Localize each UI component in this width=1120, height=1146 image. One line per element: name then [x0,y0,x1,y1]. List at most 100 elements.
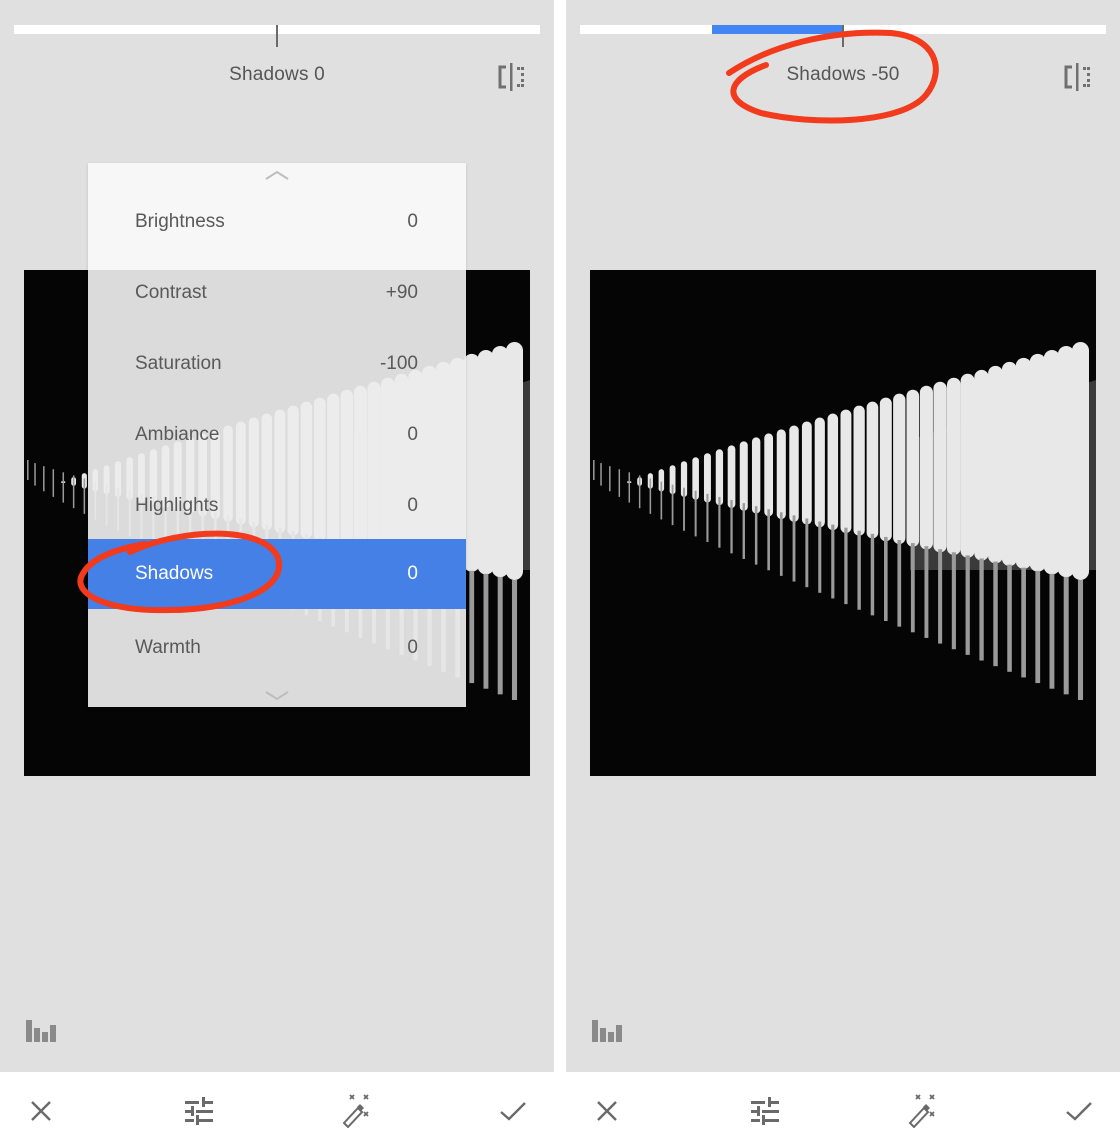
photo-pillar [789,425,799,522]
photo-colonnade [590,270,1096,776]
menu-item-warmth[interactable]: Warmth 0 [88,613,466,683]
photo-pillar [814,417,825,528]
photo-pillar-leg [993,561,998,667]
tune-button[interactable] [748,1094,782,1128]
check-icon [500,1102,526,1121]
menu-item-saturation[interactable]: Saturation -100 [88,329,466,399]
menu-item-label: Brightness [135,211,225,232]
menu-item-value: 0 [407,495,418,516]
photo-pillar [776,429,786,520]
menu-item-shadows[interactable]: Shadows 0 [88,539,466,609]
photo-pillar [960,373,975,558]
photo-pillar [879,397,892,542]
photo-pillar-leg [72,475,75,509]
close-icon [31,1101,51,1121]
chevron-down-icon[interactable] [265,689,289,701]
apply-button[interactable] [1062,1094,1096,1128]
menu-item-brightness[interactable]: Brightness 0 [88,187,466,257]
check-icon [1066,1102,1092,1121]
histogram-button[interactable] [25,1018,59,1044]
auto-enhance-button[interactable] [338,1094,372,1128]
close-icon [597,1101,617,1121]
photo-pillar-leg [660,481,663,520]
menu-item-label: Warmth [135,637,201,658]
photo-pillar-leg [857,530,861,610]
menu-item-contrast[interactable]: Contrast +90 [88,258,466,328]
menu-item-label: Highlights [135,495,219,516]
photo-pillar [866,401,879,539]
photo-pillar-leg [1049,573,1055,689]
chevron-up-icon[interactable] [265,169,289,181]
photo-pillar-leg [649,478,652,514]
photo-pillar [801,421,812,525]
menu-item-highlights[interactable]: Highlights 0 [88,471,466,541]
sliders-icon [751,1097,779,1125]
apply-button[interactable] [496,1094,530,1128]
photo-pillar [1072,342,1089,580]
photo-pillar-leg [951,552,956,650]
auto-enhance-button[interactable] [904,1094,938,1128]
histogram-icon [26,1020,56,1042]
photo-pillar-leg [671,484,674,526]
photo-pillar [715,449,724,506]
menu-item-value: 0 [407,211,418,232]
photo-pillar [739,441,748,511]
photo-pillar-leg [62,472,65,503]
photo-pillar [974,369,989,561]
photo-pillar [946,377,961,556]
magic-wand-icon [342,1094,369,1128]
photo-pillar-leg [742,503,745,559]
canvas-area: Shadows 0 Brightness 0 Contrast +90 Satu… [0,0,554,1072]
photo-pillar-leg [706,493,709,543]
cancel-button[interactable] [590,1094,624,1128]
photo-pillar [506,342,523,580]
bottom-toolbar [0,1072,554,1146]
photo-pillar-leg [683,487,685,531]
photo-pillar [764,433,774,517]
photo-pillar-leg [979,558,984,661]
photo-pillar-leg [694,490,697,537]
photo-pillar-leg [831,524,835,599]
histogram-button[interactable] [591,1018,625,1044]
photo-pillar-leg [938,549,943,644]
photo-pillar [906,389,920,547]
photo-pillar-leg [1077,580,1084,700]
photo-pillar-leg [754,506,758,565]
photo-pillar-leg [924,546,929,638]
menu-item-label: Contrast [135,282,207,303]
photo-pillar [463,353,480,572]
sliders-icon [185,1097,213,1125]
cancel-button[interactable] [24,1094,58,1128]
photo-pillar [988,365,1003,564]
photo-pillar [919,385,933,550]
panel-divider [554,0,566,1146]
photo-pillar [1029,353,1046,572]
photo-preview[interactable] [590,270,1096,776]
compare-icon [1064,63,1090,91]
photo-pillar [893,393,906,544]
menu-item-value: +90 [385,282,418,303]
photo-pillar-leg [83,478,86,514]
photo-pillar-leg [897,540,902,627]
photo-pillar [840,409,852,533]
compare-button[interactable] [496,62,528,92]
photo-pillar-leg [469,570,475,684]
photo-pillar-leg [910,543,915,633]
photo-pillar-leg [497,576,503,695]
slider-center-tick [842,25,844,47]
tune-button[interactable] [182,1094,216,1128]
photo-pillar [933,381,947,553]
menu-item-ambiance[interactable]: Ambiance 0 [88,400,466,470]
photo-pillar-leg [628,472,631,503]
compare-icon [498,63,524,91]
photo-pillar-leg [52,469,55,497]
photo-pillar-leg [483,573,489,689]
photo-pillar-leg [34,463,36,486]
photo-pillar-leg [638,475,641,509]
photo-pillar-leg [718,496,721,548]
photo-pillar [727,445,736,508]
adjustment-slider[interactable] [14,25,540,47]
compare-button[interactable] [1062,62,1094,92]
menu-item-value: -100 [379,353,418,374]
adjustment-slider[interactable] [580,25,1106,47]
